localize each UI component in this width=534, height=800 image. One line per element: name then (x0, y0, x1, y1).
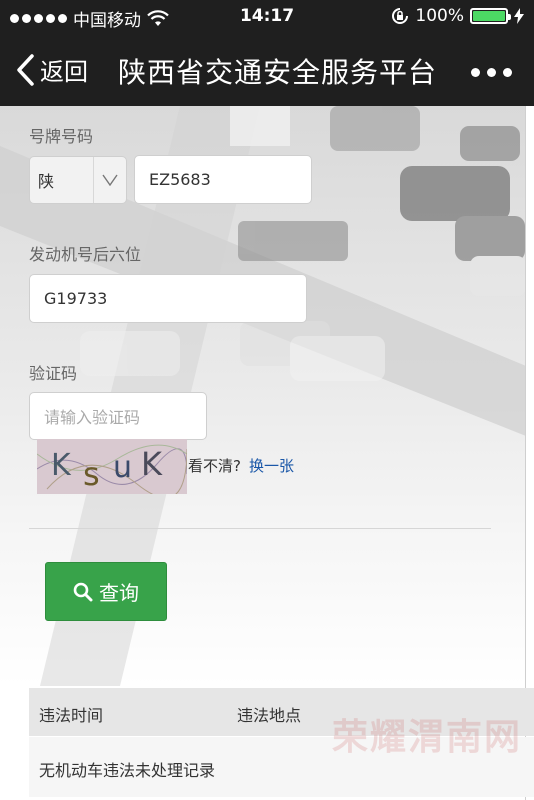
search-button-label: 查询 (99, 581, 139, 605)
captcha-char-1: K (51, 448, 72, 483)
captcha-char-4: K (141, 445, 163, 483)
charging-bolt-icon (514, 8, 524, 24)
plate-number-label: 号牌号码 (29, 127, 94, 146)
watermark: 荣耀渭南网 (332, 717, 523, 758)
dropdown-arrow-icon (93, 157, 126, 203)
column-violation-location: 违法地点 (237, 706, 302, 725)
divider (29, 528, 491, 529)
column-violation-time: 违法时间 (39, 706, 104, 725)
captcha-hint: 看不清? (188, 457, 241, 475)
captcha-char-3: u (113, 450, 132, 485)
nav-bar: 返回 陕西省交通安全服务平台 (0, 34, 534, 106)
captcha-image[interactable]: K s u K (37, 439, 187, 494)
rotation-lock-icon (392, 8, 409, 24)
back-label: 返回 (40, 58, 88, 86)
page-title: 陕西省交通安全服务平台 (118, 56, 438, 89)
province-select[interactable]: 陕 (29, 156, 127, 204)
engine-number-label: 发动机号后六位 (29, 245, 142, 264)
status-bar: 中国移动 14:17 100% (0, 0, 534, 34)
chevron-left-icon (17, 53, 34, 86)
plate-number-value: EZ5683 (149, 170, 211, 189)
captcha-char-2: s (83, 455, 100, 493)
battery-percent: 100% (415, 6, 464, 26)
more-options-icon[interactable] (471, 68, 512, 77)
province-value: 陕 (38, 172, 55, 191)
captcha-hint-row: 看不清? 换一张 (188, 455, 294, 476)
battery-icon (470, 8, 511, 24)
back-button[interactable]: 返回 (14, 52, 88, 87)
captcha-refresh-link[interactable]: 换一张 (249, 457, 294, 475)
engine-number-input[interactable]: G19733 (29, 274, 307, 323)
captcha-label: 验证码 (29, 364, 78, 383)
empty-result-message: 无机动车违法未处理记录 (39, 761, 216, 780)
engine-number-value: G19733 (44, 289, 108, 308)
captcha-input[interactable]: 请输入验证码 (29, 392, 207, 440)
plate-number-input[interactable]: EZ5683 (134, 155, 312, 204)
search-icon (73, 582, 93, 601)
captcha-placeholder: 请输入验证码 (44, 408, 141, 427)
search-button[interactable]: 查询 (45, 562, 167, 621)
